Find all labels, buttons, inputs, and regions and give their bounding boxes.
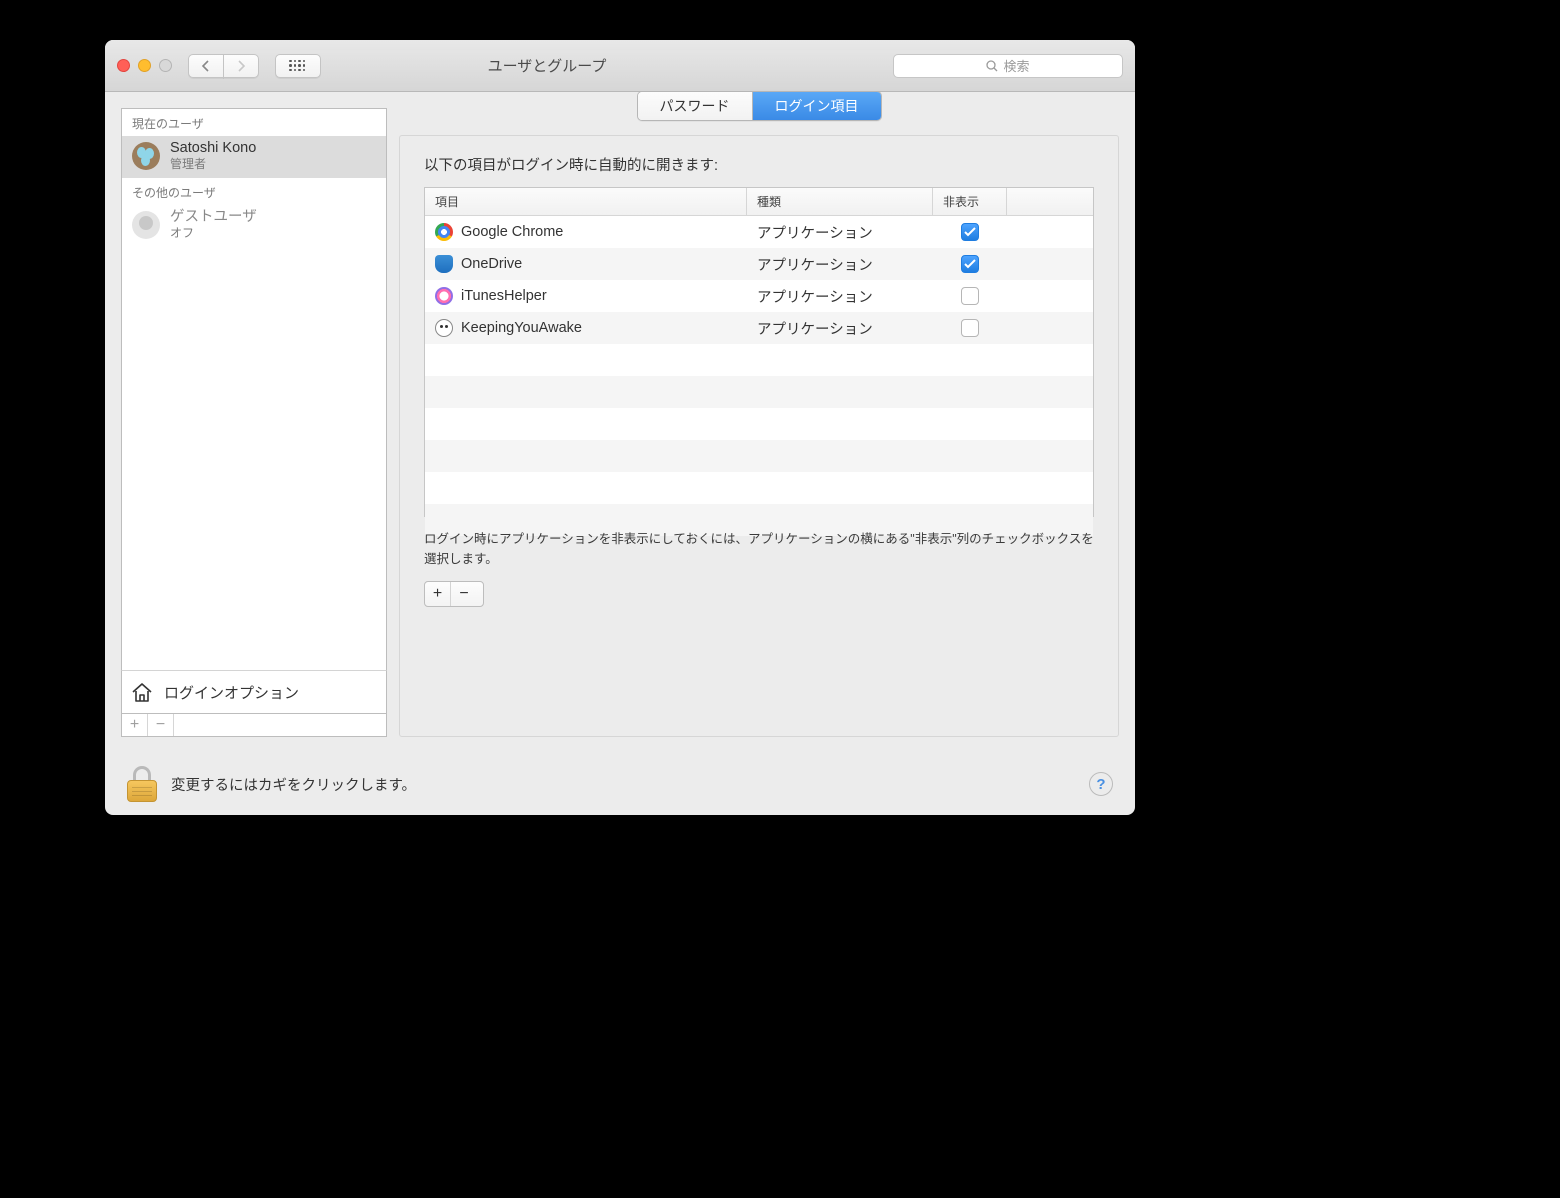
awake-icon bbox=[435, 319, 453, 337]
guest-status: オフ bbox=[170, 226, 257, 240]
hide-checkbox[interactable] bbox=[961, 255, 979, 273]
minimize-button[interactable] bbox=[138, 59, 151, 72]
titlebar: ユーザとグループ 検索 bbox=[105, 40, 1135, 92]
tabs: パスワード ログイン項目 bbox=[637, 91, 882, 121]
hint-label: ログイン時にアプリケーションを非表示にしておくには、アプリケーションの横にある"… bbox=[424, 529, 1094, 569]
user-name: Satoshi Kono bbox=[170, 140, 256, 157]
search-icon bbox=[986, 60, 998, 72]
table-row[interactable]: KeepingYouAwake アプリケーション bbox=[425, 312, 1093, 344]
item-add-remove-bar: + − bbox=[424, 581, 484, 607]
other-users-header: その他のユーザ bbox=[122, 178, 386, 205]
lock-button[interactable] bbox=[127, 766, 157, 802]
item-kind: アプリケーション bbox=[747, 318, 933, 339]
current-user-header: 現在のユーザ bbox=[122, 109, 386, 136]
search-field[interactable]: 検索 bbox=[893, 54, 1123, 78]
add-user-button[interactable]: + bbox=[122, 714, 148, 736]
table-row-empty bbox=[425, 472, 1093, 504]
footer: 変更するにはカギをクリックします。 ? bbox=[105, 753, 1135, 815]
table-row-empty bbox=[425, 344, 1093, 376]
lock-body-icon bbox=[127, 780, 157, 802]
description-label: 以下の項目がログイン時に自動的に開きます: bbox=[424, 154, 1094, 175]
lock-label: 変更するにはカギをクリックします。 bbox=[171, 774, 416, 795]
avatar-guest-icon bbox=[132, 211, 160, 239]
item-name: OneDrive bbox=[461, 256, 522, 272]
house-icon bbox=[130, 681, 154, 703]
table-row-empty bbox=[425, 408, 1093, 440]
help-button[interactable]: ? bbox=[1089, 772, 1113, 796]
col-hide[interactable]: 非表示 bbox=[933, 188, 1007, 215]
col-kind[interactable]: 種類 bbox=[747, 188, 933, 215]
item-name: iTunesHelper bbox=[461, 288, 547, 304]
item-kind: アプリケーション bbox=[747, 222, 933, 243]
user-role: 管理者 bbox=[170, 157, 256, 171]
chevron-left-icon bbox=[201, 60, 211, 72]
table-row-empty bbox=[425, 376, 1093, 408]
col-item[interactable]: 項目 bbox=[425, 188, 747, 215]
tab-login-items[interactable]: ログイン項目 bbox=[753, 92, 881, 120]
window-controls bbox=[117, 59, 172, 72]
login-options-label: ログインオプション bbox=[164, 682, 299, 703]
itunes-icon bbox=[435, 287, 453, 305]
onedrive-icon bbox=[435, 255, 453, 273]
tab-password[interactable]: パスワード bbox=[638, 92, 753, 120]
table-header: 項目 種類 非表示 bbox=[425, 188, 1093, 216]
window-title: ユーザとグループ bbox=[211, 55, 883, 76]
table-body: Google ChromeアプリケーションOneDriveアプリケーションiTu… bbox=[425, 216, 1093, 536]
sidebar: 現在のユーザ Satoshi Kono 管理者 その他のユーザ ゲストユーザ bbox=[121, 108, 387, 737]
chrome-icon bbox=[435, 223, 453, 241]
item-name: Google Chrome bbox=[461, 224, 563, 240]
zoom-button[interactable] bbox=[159, 59, 172, 72]
table-row-empty bbox=[425, 440, 1093, 472]
item-kind: アプリケーション bbox=[747, 286, 933, 307]
login-options-button[interactable]: ログインオプション bbox=[121, 670, 387, 713]
login-items-content: 以下の項目がログイン時に自動的に開きます: 項目 種類 非表示 Google C… bbox=[399, 135, 1119, 737]
main-panel: パスワード ログイン項目 以下の項目がログイン時に自動的に開きます: 項目 種類… bbox=[399, 92, 1119, 737]
sidebar-user-current[interactable]: Satoshi Kono 管理者 bbox=[122, 136, 386, 178]
guest-name: ゲストユーザ bbox=[170, 209, 257, 226]
user-list: 現在のユーザ Satoshi Kono 管理者 その他のユーザ ゲストユーザ bbox=[121, 108, 387, 670]
table-row[interactable]: OneDrive アプリケーション bbox=[425, 248, 1093, 280]
login-items-table: 項目 種類 非表示 Google Chrome アプリケーション OneDrive ア… bbox=[424, 187, 1094, 517]
add-item-button[interactable]: + bbox=[425, 582, 451, 606]
search-placeholder: 検索 bbox=[1003, 56, 1029, 75]
remove-item-button[interactable]: − bbox=[451, 582, 477, 606]
avatar bbox=[132, 142, 160, 170]
table-row[interactable]: Google Chrome アプリケーション bbox=[425, 216, 1093, 248]
preferences-window: ユーザとグループ 検索 現在のユーザ Satoshi Kono 管理者 その他の… bbox=[105, 40, 1135, 815]
item-kind: アプリケーション bbox=[747, 254, 933, 275]
sidebar-user-guest[interactable]: ゲストユーザ オフ bbox=[122, 205, 386, 247]
remove-user-button[interactable]: − bbox=[148, 714, 174, 736]
hide-checkbox[interactable] bbox=[961, 223, 979, 241]
item-name: KeepingYouAwake bbox=[461, 320, 582, 336]
hide-checkbox[interactable] bbox=[961, 287, 979, 305]
table-row[interactable]: iTunesHelper アプリケーション bbox=[425, 280, 1093, 312]
close-button[interactable] bbox=[117, 59, 130, 72]
hide-checkbox[interactable] bbox=[961, 319, 979, 337]
user-add-remove-bar: + − bbox=[121, 713, 387, 737]
